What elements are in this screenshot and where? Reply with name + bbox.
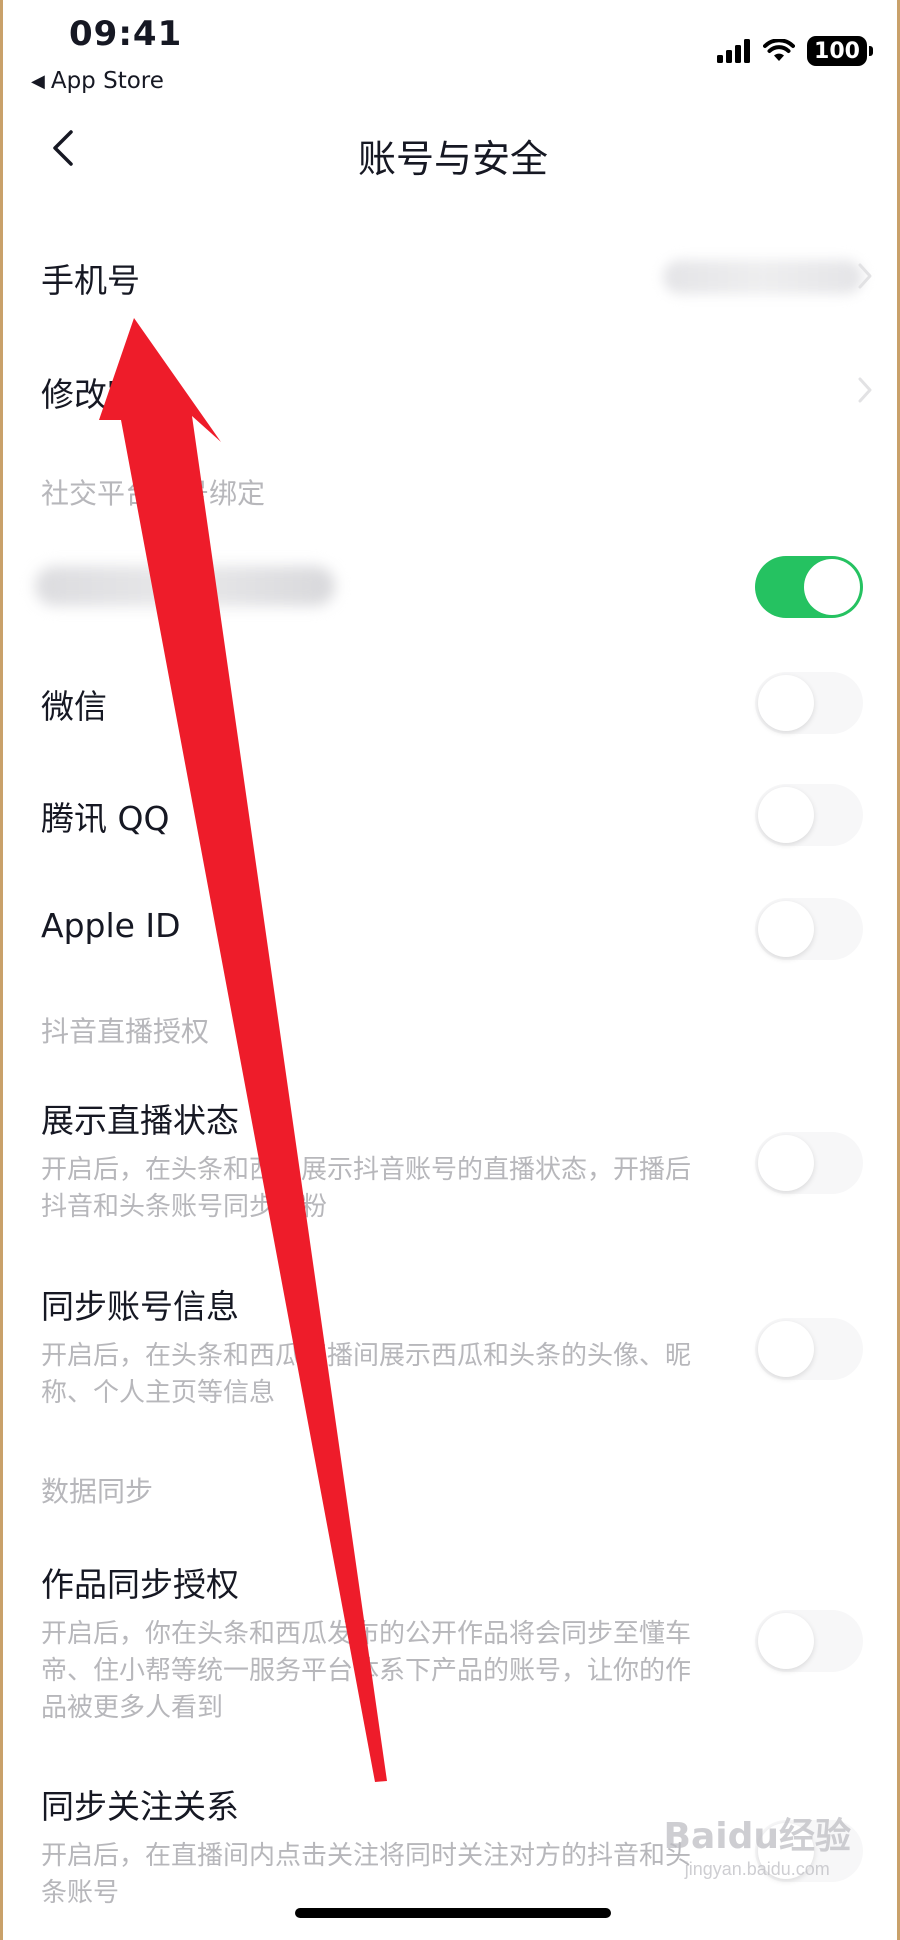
sync-account-info-description: 开启后，在头条和西瓜直播间展示西瓜和头条的头像、昵称、个人主页等信息 bbox=[41, 1341, 692, 1408]
works-sync-auth-toggle[interactable] bbox=[755, 1610, 863, 1672]
back-to-app-store-link[interactable]: ◀ App Store bbox=[31, 68, 164, 94]
apple-id-toggle[interactable] bbox=[755, 898, 863, 960]
wechat-label: 微信 bbox=[41, 687, 107, 726]
battery-level: 100 bbox=[814, 38, 860, 64]
apple-id-row: Apple ID bbox=[3, 896, 897, 966]
toggle-knob bbox=[758, 1613, 814, 1669]
blurred-account-row bbox=[3, 552, 897, 622]
status-bar: 09:41 ◀ App Store 100 bbox=[3, 0, 897, 100]
qq-row: 腾讯 QQ bbox=[3, 784, 897, 854]
show-live-status-label: 展示直播状态 bbox=[41, 1101, 239, 1140]
phone-number-value-redacted bbox=[663, 260, 863, 294]
phone-number-label: 手机号 bbox=[41, 261, 140, 300]
page-title: 账号与安全 bbox=[357, 137, 548, 181]
sync-account-info-row: 同步账号信息 开启后，在头条和西瓜直播间展示西瓜和头条的头像、昵称、个人主页等信… bbox=[3, 1280, 897, 1420]
app-screen: 09:41 ◀ App Store 100 账号与安全 手机号 修改密码 社交平… bbox=[0, 0, 900, 1940]
chevron-right-icon bbox=[858, 377, 872, 403]
baidu-watermark: Baidu经验 jingyan.baidu.com bbox=[664, 1807, 851, 1880]
section-data-sync: 数据同步 bbox=[41, 1475, 154, 1508]
back-app-label: App Store bbox=[50, 68, 164, 94]
section-live-auth: 抖音直播授权 bbox=[41, 1015, 210, 1048]
chevron-right-icon bbox=[858, 263, 872, 289]
change-password-label: 修改密码 bbox=[41, 375, 173, 414]
works-sync-auth-label: 作品同步授权 bbox=[41, 1565, 239, 1604]
qq-toggle[interactable] bbox=[755, 784, 863, 846]
qq-label: 腾讯 QQ bbox=[41, 799, 170, 838]
follow-sync-description: 开启后，在直播间内点击关注将同时关注对方的抖音和头条账号 bbox=[41, 1841, 692, 1908]
status-time: 09:41 bbox=[69, 14, 183, 54]
wifi-icon bbox=[763, 39, 795, 61]
works-sync-auth-description: 开启后，你在头条和西瓜发布的公开作品将会同步至懂车帝、住小帮等统一服务平台体系下… bbox=[41, 1619, 692, 1723]
apple-id-label: Apple ID bbox=[41, 906, 181, 945]
show-live-status-description: 开启后，在头条和西瓜展示抖音账号的直播状态，开播后抖音和头条账号同步涨粉 bbox=[41, 1155, 692, 1222]
blurred-account-toggle[interactable] bbox=[755, 556, 863, 618]
phone-number-row[interactable]: 手机号 bbox=[3, 236, 897, 316]
back-triangle-icon: ◀ bbox=[31, 70, 45, 92]
toggle-knob bbox=[758, 675, 814, 731]
watermark-sub: jingyan.baidu.com bbox=[684, 1859, 830, 1879]
system-icons: 100 bbox=[717, 36, 873, 66]
wechat-row: 微信 bbox=[3, 670, 897, 740]
follow-sync-label: 同步关注关系 bbox=[41, 1787, 239, 1826]
sync-account-info-toggle[interactable] bbox=[755, 1318, 863, 1380]
wechat-toggle[interactable] bbox=[755, 672, 863, 734]
sync-account-info-label: 同步账号信息 bbox=[41, 1287, 239, 1326]
home-indicator[interactable] bbox=[295, 1908, 611, 1918]
section-social-binding: 社交平台账号绑定 bbox=[41, 477, 266, 510]
watermark-main: Baidu经验 bbox=[663, 1816, 851, 1857]
change-password-row[interactable]: 修改密码 bbox=[3, 348, 897, 428]
show-live-status-row: 展示直播状态 开启后，在头条和西瓜展示抖音账号的直播状态，开播后抖音和头条账号同… bbox=[3, 1094, 897, 1234]
toggle-knob bbox=[758, 1135, 814, 1191]
cellular-signal-icon bbox=[717, 39, 750, 63]
toggle-knob bbox=[758, 901, 814, 957]
toggle-knob bbox=[804, 559, 860, 615]
battery-icon: 100 bbox=[807, 36, 873, 66]
works-sync-auth-row: 作品同步授权 开启后，你在头条和西瓜发布的公开作品将会同步至懂车帝、住小帮等统一… bbox=[3, 1558, 897, 1728]
show-live-status-toggle[interactable] bbox=[755, 1132, 863, 1194]
toggle-knob bbox=[758, 787, 814, 843]
toggle-knob bbox=[758, 1321, 814, 1377]
navigation-bar: 账号与安全 bbox=[3, 110, 897, 190]
blurred-account-name bbox=[35, 566, 335, 606]
